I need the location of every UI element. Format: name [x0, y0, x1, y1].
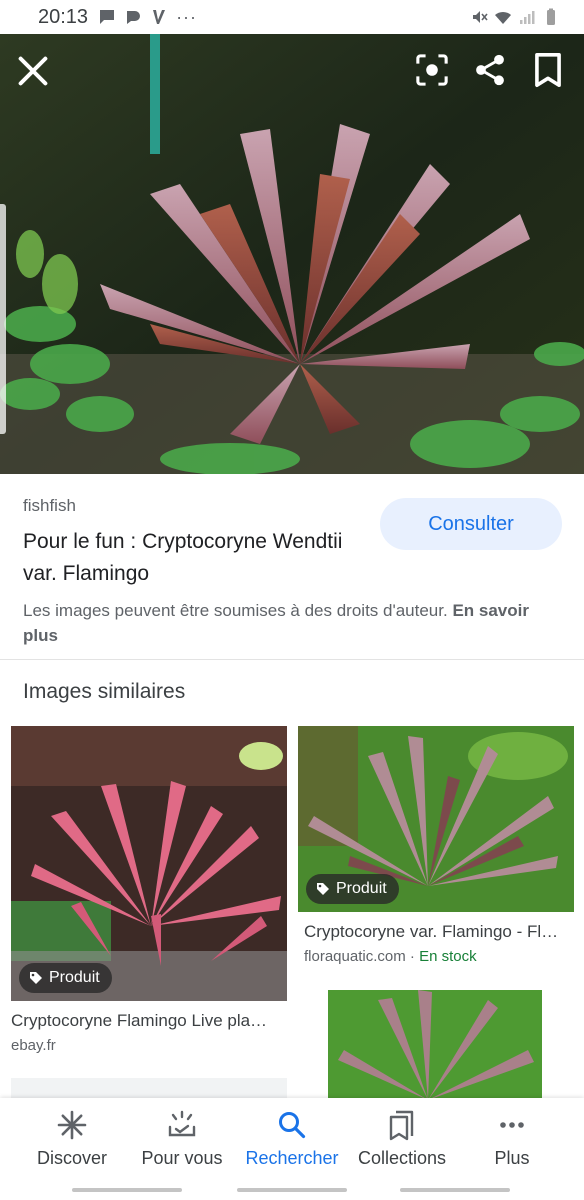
result-title[interactable]: Pour le fun : Cryptocoryne Wendtii var. …: [23, 526, 353, 590]
close-button[interactable]: [16, 54, 50, 88]
visit-button[interactable]: Consulter: [380, 498, 562, 550]
nav-label: Discover: [36, 1148, 107, 1168]
similar-images-heading: Images similaires: [23, 680, 186, 703]
nav-pour-vous[interactable]: Pour vous: [124, 1108, 240, 1178]
updates-icon: [168, 1110, 196, 1137]
badge-label: Produit: [49, 969, 100, 986]
site-name: ebay.fr: [11, 1037, 56, 1054]
chat-icon: [127, 11, 141, 24]
similar-thumbnail[interactable]: Produit: [11, 726, 287, 1001]
wifi-icon: [495, 11, 511, 24]
asterisk-icon: [57, 1110, 87, 1140]
copyright-text: Les images peuvent être soumises à des d…: [23, 601, 448, 620]
similar-thumbnail[interactable]: [298, 990, 574, 1100]
site-name: floraquatic.com: [304, 948, 406, 965]
nav-plus[interactable]: Plus: [454, 1108, 570, 1178]
swipe-edge-indicator: [0, 204, 6, 434]
similar-card-title[interactable]: Cryptocoryne Flamingo Live pla…: [11, 1011, 287, 1031]
gesture-handle: [400, 1188, 510, 1192]
similar-image-3: [298, 990, 574, 1100]
similar-card[interactable]: [298, 990, 574, 1100]
similar-card[interactable]: Produit Cryptocoryne var. Flamingo - Fl……: [298, 726, 574, 965]
stock-status: En stock: [419, 948, 477, 965]
hero-image[interactable]: [0, 34, 584, 474]
nav-label: Pour vous: [141, 1148, 223, 1168]
nav-rechercher[interactable]: Rechercher: [234, 1108, 350, 1178]
lens-icon: [416, 54, 448, 86]
lens-button[interactable]: [414, 52, 450, 88]
similar-card[interactable]: Produit Cryptocoryne Flamingo Live pla… …: [11, 726, 287, 1054]
nav-collections[interactable]: Collections: [344, 1108, 460, 1178]
close-icon: [18, 56, 48, 86]
similar-card-site: floraquatic.com · En stock: [298, 948, 574, 965]
more-icon: [500, 1122, 524, 1128]
bookmark-button[interactable]: [530, 52, 566, 88]
bookmark-icon: [535, 52, 561, 88]
mute-icon: [473, 11, 488, 23]
signal-icon: [520, 11, 535, 24]
nav-label: Rechercher: [245, 1148, 339, 1168]
site-separator: ·: [405, 948, 420, 965]
nav-label: Collections: [357, 1148, 447, 1168]
similar-card-partial[interactable]: [11, 1078, 287, 1098]
similar-image-1: [11, 726, 287, 1001]
nav-label: Plus: [494, 1148, 530, 1168]
search-icon: [279, 1112, 306, 1139]
status-bar: 20:13 ···: [0, 0, 584, 34]
tag-icon: [30, 972, 42, 984]
copyright-notice: Les images peuvent être soumises à des d…: [23, 598, 563, 648]
product-badge: Produit: [19, 963, 112, 993]
battery-icon: [547, 8, 555, 25]
result-source: fishfish: [23, 496, 76, 515]
gesture-handle: [72, 1188, 182, 1192]
bottom-navigation: Discover Pour vous Rechercher Collection…: [0, 1098, 584, 1200]
collections-icon: [389, 1110, 414, 1141]
status-time: 20:13: [38, 5, 89, 28]
result-info: fishfish Pour le fun : Cryptocoryne Wend…: [0, 474, 584, 660]
share-icon: [476, 54, 504, 86]
more-notifications: ···: [176, 6, 198, 27]
badge-label: Produit: [336, 880, 387, 897]
gesture-handle: [237, 1188, 347, 1192]
message-icon: [100, 10, 115, 24]
tag-icon: [317, 883, 329, 895]
similar-card-title[interactable]: Cryptocoryne var. Flamingo - Fl…: [298, 922, 574, 942]
similar-card-site: ebay.fr: [11, 1037, 287, 1054]
nav-discover[interactable]: Discover: [14, 1108, 130, 1178]
product-badge: Produit: [306, 874, 399, 904]
app-v-icon: [153, 10, 166, 24]
similar-thumbnail[interactable]: Produit: [298, 726, 574, 912]
share-button[interactable]: [472, 52, 508, 88]
